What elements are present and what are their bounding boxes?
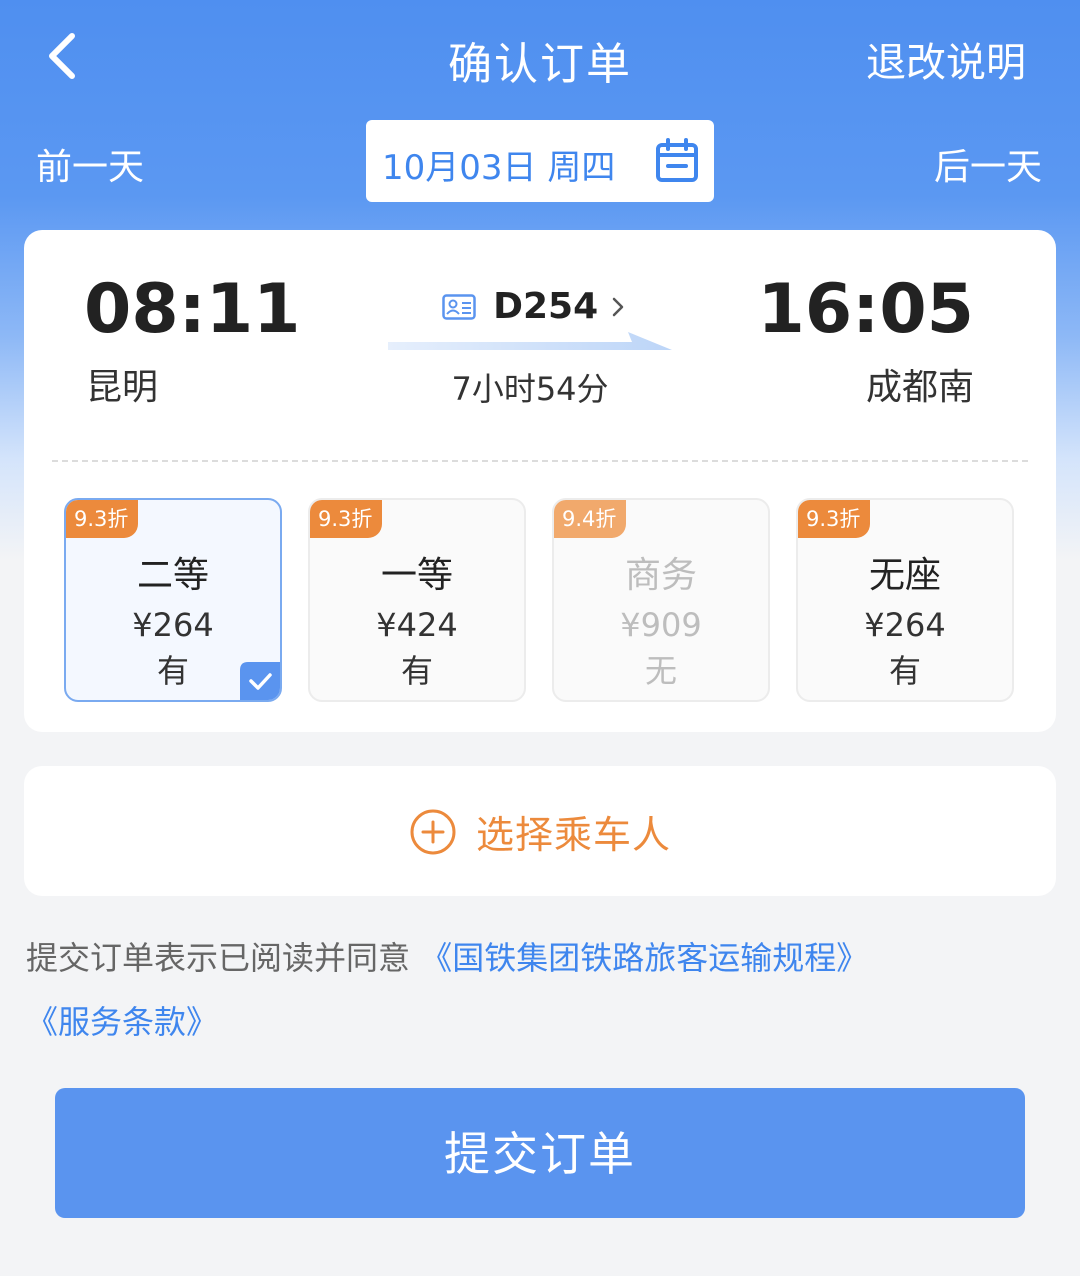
- train-number: D254: [493, 286, 599, 327]
- transport-rules-link[interactable]: 《国铁集团铁路旅客运输规程》: [420, 939, 868, 977]
- calendar-icon: [656, 138, 698, 182]
- route-arrow-icon: [388, 332, 672, 350]
- seat-option-first-class[interactable]: 9.3折 一等 ¥424 有: [308, 498, 526, 702]
- seat-option-business-class[interactable]: 9.4折 商务 ¥909 无: [552, 498, 770, 702]
- seat-class-name: 无座: [868, 555, 941, 596]
- seat-availability: 有: [400, 652, 433, 690]
- arrival-station: 成都南: [865, 367, 974, 408]
- terms-of-service-link[interactable]: 《服务条款》: [26, 1003, 218, 1041]
- seat-class-name: 商务: [624, 555, 697, 596]
- chevron-right-icon: [612, 297, 624, 316]
- agreement-prefix: 提交订单表示已阅读并同意: [26, 939, 411, 977]
- discount-badge: 9.3折: [310, 500, 383, 538]
- date-navigator: 前一天 10月03日 周四 后一天: [0, 118, 1080, 202]
- seat-price: ¥909: [620, 606, 702, 644]
- select-passenger-content: 选择乘车人: [24, 804, 1056, 859]
- selected-date: 10月03日 周四: [382, 148, 616, 188]
- departure-time: 08:11: [84, 270, 301, 349]
- seat-availability: 无: [644, 652, 677, 690]
- arrival-time: 16:05: [757, 270, 974, 349]
- seat-class-name: 二等: [136, 555, 209, 596]
- check-icon: [240, 662, 280, 700]
- date-picker[interactable]: 10月03日 周四: [366, 120, 714, 202]
- discount-badge: 9.3折: [798, 500, 871, 538]
- nav-bar: 确认订单 退改说明: [0, 0, 1080, 110]
- seat-availability: 有: [888, 652, 921, 690]
- discount-badge: 9.3折: [66, 500, 139, 538]
- refund-policy-link[interactable]: 退改说明: [866, 30, 1026, 88]
- plus-circle-icon: [410, 809, 456, 854]
- seat-option-standing[interactable]: 9.3折 无座 ¥264 有: [796, 498, 1014, 702]
- seat-price: ¥264: [864, 606, 946, 644]
- seat-option-second-class[interactable]: 9.3折 二等 ¥264 有: [64, 498, 282, 702]
- next-day-button[interactable]: 后一天: [934, 138, 1042, 190]
- select-passenger-button[interactable]: 选择乘车人: [24, 766, 1056, 896]
- seat-price: ¥264: [132, 606, 214, 644]
- select-passenger-label: 选择乘车人: [476, 813, 672, 857]
- seat-price: ¥424: [376, 606, 458, 644]
- seat-class-name: 一等: [380, 555, 453, 596]
- divider: [52, 460, 1028, 462]
- prev-day-button[interactable]: 前一天: [36, 138, 144, 190]
- agreement-text: 提交订单表示已阅读并同意 《国铁集团铁路旅客运输规程》《服务条款》: [26, 926, 1036, 1054]
- discount-badge: 9.4折: [554, 500, 627, 538]
- train-info-card: 08:11 昆明 D254 7小时54分 16:05 成都南 9.3折 二等 ¥…: [24, 230, 1056, 732]
- submit-order-button[interactable]: 提交订单: [55, 1088, 1025, 1218]
- id-card-icon: [442, 293, 476, 320]
- trip-duration: 7小时54分: [451, 370, 609, 408]
- departure-station: 昆明: [86, 367, 159, 408]
